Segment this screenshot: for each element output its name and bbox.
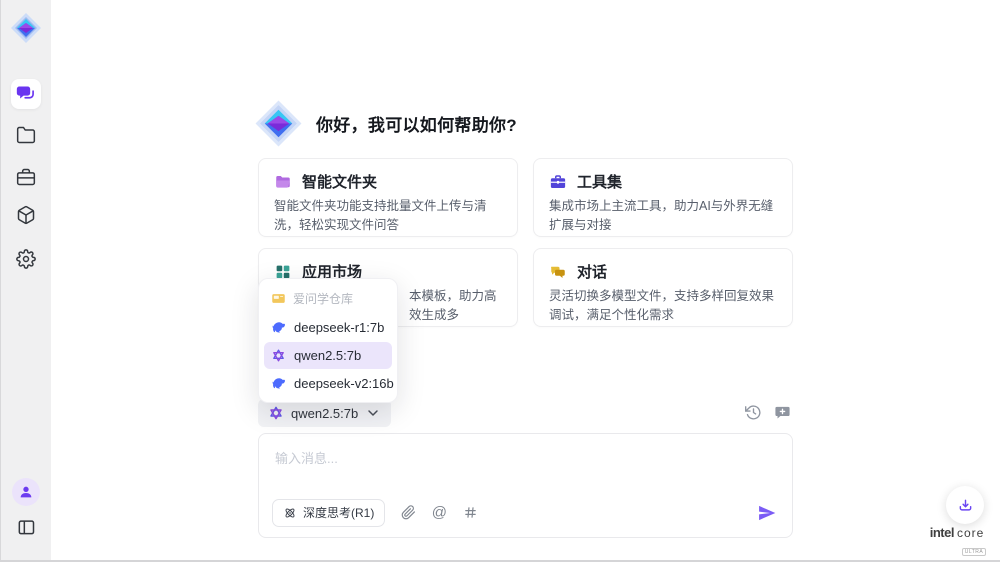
card-title: 工具集 xyxy=(577,171,622,192)
model-group-label: 爱问学仓库 xyxy=(293,290,353,307)
greeting-logo-icon xyxy=(254,99,303,148)
sidebar xyxy=(0,0,51,560)
prompt-library-button[interactable] xyxy=(462,504,478,522)
page-title: 你好，我可以如何帮助你? xyxy=(316,111,517,136)
card-dialogue[interactable]: 对话 灵活切换多模型文件，支持多样回复效果调试，满足个性化需求 xyxy=(533,248,793,327)
model-option-label: qwen2.5:7b xyxy=(294,348,361,363)
gear-icon xyxy=(16,249,36,269)
model-option-deepseek-r1[interactable]: deepseek-r1:7b xyxy=(264,314,392,341)
window-bottom-edge xyxy=(0,560,1000,562)
history-icon[interactable] xyxy=(745,404,762,421)
card-title: 智能文件夹 xyxy=(302,171,377,192)
greeting: 你好，我可以如何帮助你? xyxy=(254,99,517,148)
attach-button[interactable] xyxy=(400,504,416,522)
toolset-briefcase-icon xyxy=(549,173,567,191)
chevron-down-icon xyxy=(365,405,381,421)
model-option-qwen[interactable]: qwen2.5:7b xyxy=(264,342,392,369)
card-toolset[interactable]: 工具集 集成市场上主流工具，助力AI与外界无缝扩展与对接 xyxy=(533,158,793,237)
deep-think-label: 深度思考(R1) xyxy=(303,504,374,521)
panel-toggle-icon xyxy=(16,517,36,537)
model-option-label: deepseek-r1:7b xyxy=(294,320,384,335)
intel-word: intel xyxy=(930,525,954,540)
cube-icon xyxy=(16,205,36,225)
card-title: 对话 xyxy=(577,261,607,282)
model-dropdown: 爱问学仓库 deepseek-r1:7b qwen2.5:7b deepseek… xyxy=(258,278,398,403)
at-icon: @ xyxy=(432,505,447,520)
model-group-header: 爱问学仓库 xyxy=(264,284,392,313)
ultra-badge: ultra xyxy=(962,548,987,556)
new-chat-icon[interactable] xyxy=(774,404,791,421)
deep-think-button[interactable]: 深度思考(R1) xyxy=(272,499,385,527)
model-option-label: deepseek-v2:16b xyxy=(294,376,394,391)
sidebar-item-settings[interactable] xyxy=(11,244,41,274)
panel-toggle[interactable] xyxy=(11,512,41,542)
intel-logo: intel core ultra xyxy=(926,525,988,558)
sidebar-item-toolbox[interactable] xyxy=(11,162,41,192)
sidebar-item-models[interactable] xyxy=(11,200,41,230)
paperclip-icon xyxy=(401,504,416,521)
sidebar-item-chat[interactable] xyxy=(11,79,41,109)
sidebar-item-folders[interactable] xyxy=(11,120,41,150)
main-content: 你好，我可以如何帮助你? 智能文件夹 智能文件夹功能支持批量文件上传与清洗，轻松… xyxy=(258,0,793,563)
smart-folder-icon xyxy=(274,173,292,191)
card-desc: 集成市场上主流工具，助力AI与外界无缝扩展与对接 xyxy=(549,197,777,236)
model-option-deepseek-v2[interactable]: deepseek-v2:16b xyxy=(264,370,392,397)
chat-icon xyxy=(16,84,36,104)
mention-button[interactable]: @ xyxy=(431,504,447,522)
download-button[interactable] xyxy=(946,486,984,524)
download-icon xyxy=(956,496,975,515)
hash-icon xyxy=(463,505,478,520)
qwen-icon xyxy=(271,348,286,363)
card-desc: 灵活切换多模型文件，支持多样回复效果调试，满足个性化需求 xyxy=(549,287,777,326)
send-icon[interactable] xyxy=(757,503,777,523)
deepseek-icon xyxy=(271,376,286,391)
card-desc: 智能文件夹功能支持批量文件上传与清洗，轻松实现文件问答 xyxy=(274,197,502,236)
app-logo-icon xyxy=(10,12,42,44)
message-input[interactable] xyxy=(273,446,778,498)
user-avatar[interactable] xyxy=(12,478,40,506)
briefcase-icon xyxy=(16,167,36,187)
core-word: core xyxy=(957,526,984,540)
selected-model-label: qwen2.5:7b xyxy=(291,406,358,421)
dialogue-chat-icon xyxy=(549,263,567,281)
model-selector[interactable]: qwen2.5:7b xyxy=(258,399,391,427)
folder-icon xyxy=(16,125,36,145)
qwen-icon xyxy=(268,405,284,421)
model-selector-row: qwen2.5:7b xyxy=(258,399,793,427)
user-icon xyxy=(18,484,34,500)
card-smart-folder[interactable]: 智能文件夹 智能文件夹功能支持批量文件上传与清洗，轻松实现文件问答 xyxy=(258,158,518,237)
repo-icon xyxy=(271,291,286,306)
composer: 深度思考(R1) @ xyxy=(258,433,793,538)
deepseek-icon xyxy=(271,320,286,335)
atom-icon xyxy=(283,506,297,520)
